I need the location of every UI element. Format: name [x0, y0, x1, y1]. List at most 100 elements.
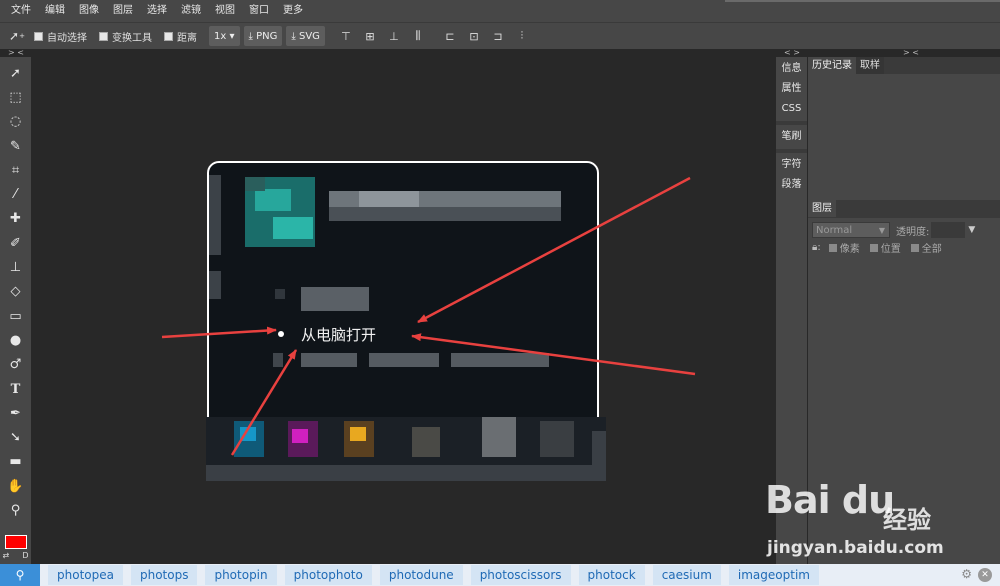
canvas-area[interactable]: 从电脑打开: [31, 57, 776, 564]
bookmark-photops[interactable]: photops: [130, 565, 198, 585]
menu-layer[interactable]: 图层: [106, 0, 140, 22]
align-bottom-icon[interactable]: ⊥: [385, 26, 403, 46]
bookmark-photophoto[interactable]: photophoto: [284, 565, 372, 585]
align-left-icon[interactable]: ⊏: [441, 26, 459, 46]
collapse-toggle-icon[interactable]: < >: [784, 49, 800, 57]
zoom-select[interactable]: 1x ▾: [209, 26, 240, 46]
align-center-icon[interactable]: ⊡: [465, 26, 483, 46]
menu-select[interactable]: 选择: [140, 0, 174, 22]
distribute-horizontal-icon[interactable]: ⫶: [513, 26, 531, 46]
bookmark-imageoptim[interactable]: imageoptim: [728, 565, 819, 585]
menu-filter[interactable]: 滤镜: [174, 0, 208, 22]
eraser-tool-icon[interactable]: ◇: [4, 280, 28, 304]
distance-checkbox[interactable]: 距离: [164, 29, 197, 44]
tab-character[interactable]: 字符: [776, 155, 807, 175]
align-right-icon[interactable]: ⊐: [489, 26, 507, 46]
bookmark-photopea[interactable]: photopea: [48, 565, 123, 585]
move-tool-icon[interactable]: ➚ +: [6, 26, 28, 46]
open-from-computer-label[interactable]: 从电脑打开: [301, 324, 376, 345]
collapse-toggle-icon[interactable]: > <: [903, 49, 919, 57]
tab-info[interactable]: 信息: [776, 59, 807, 79]
tab-properties[interactable]: 属性: [776, 79, 807, 99]
lock-all-label: 全部: [921, 244, 942, 255]
menu-file[interactable]: 文件: [4, 0, 38, 22]
collapse-toggle-icon[interactable]: > <: [8, 49, 24, 57]
menu-view[interactable]: 视图: [208, 0, 242, 22]
align-top-icon[interactable]: ⊤: [337, 26, 355, 46]
tab-swatches[interactable]: 取样: [856, 57, 884, 74]
hand-tool-icon[interactable]: ✋: [4, 474, 28, 498]
swap-colors-icon[interactable]: ⇄: [3, 551, 10, 560]
blend-mode-value: Normal: [816, 225, 853, 236]
path-select-tool-icon[interactable]: ➘: [4, 425, 28, 449]
blend-mode-select[interactable]: Normal ▼: [812, 222, 890, 238]
move-tool-icon[interactable]: ➚: [4, 61, 28, 85]
stamp-tool-icon[interactable]: ⊥: [4, 255, 28, 279]
pixelated-menu-item: [301, 353, 357, 367]
pixelated-menu-item: [301, 287, 369, 311]
opacity-label: 透明度:: [896, 226, 930, 238]
bookmark-photoscissors[interactable]: photoscissors: [470, 565, 571, 585]
gradient-tool-icon[interactable]: ▭: [4, 304, 28, 328]
tab-paragraph[interactable]: 段落: [776, 175, 807, 195]
checkbox-box[interactable]: [910, 243, 919, 252]
marquee-tool-icon[interactable]: ⬚: [4, 85, 28, 109]
transform-tools-checkbox[interactable]: 变换工具: [99, 29, 152, 44]
lock-pixels-checkbox[interactable]: 像素: [828, 240, 860, 255]
tab-brush[interactable]: 笔刷: [776, 127, 807, 147]
bookmark-photodune[interactable]: photodune: [379, 565, 463, 585]
align-middle-icon[interactable]: ⊞: [361, 26, 379, 46]
menu-edit[interactable]: 编辑: [38, 0, 72, 22]
pixelated-logo-part: [255, 189, 291, 211]
gear-icon[interactable]: ⚙: [961, 567, 972, 581]
close-icon[interactable]: ✕: [978, 568, 992, 582]
shape-tool-icon[interactable]: ▬: [4, 450, 28, 474]
menu-bar: 文件 编辑 图像 图层 选择 滤镜 视图 窗口 更多: [0, 0, 1000, 22]
checkbox-box[interactable]: [869, 243, 878, 252]
baidu-logo: Bai du: [765, 478, 895, 522]
opacity-dropdown-icon[interactable]: ▼: [968, 225, 975, 235]
brush-tool-icon[interactable]: ✐: [4, 231, 28, 255]
lock-all-checkbox[interactable]: 全部: [910, 240, 942, 255]
lock-position-checkbox[interactable]: 位置: [869, 240, 901, 255]
menu-image[interactable]: 图像: [72, 0, 106, 22]
bookmark-photopin[interactable]: photopin: [205, 565, 277, 585]
zoom-tool-icon[interactable]: ⚲: [4, 498, 28, 522]
blur-tool-icon[interactable]: ●: [4, 328, 28, 352]
dodge-tool-icon[interactable]: ♂: [4, 353, 28, 377]
pixelated-dot: [273, 353, 283, 367]
baidu-logo-text: Bai du: [765, 478, 895, 522]
foreground-color-swatch[interactable]: [4, 534, 27, 549]
bookmark-photock[interactable]: photock: [578, 565, 645, 585]
checkbox-box[interactable]: [99, 31, 108, 41]
export-svg-button[interactable]: ⤓ SVG: [286, 26, 325, 46]
menu-window[interactable]: 窗口: [242, 0, 276, 22]
lasso-tool-icon[interactable]: ◌: [4, 110, 28, 134]
distribute-vertical-icon[interactable]: ⫼: [409, 26, 427, 46]
eyedropper-tool-icon[interactable]: ⁄: [4, 182, 28, 206]
default-colors-icon[interactable]: D: [22, 551, 28, 560]
crop-tool-icon[interactable]: ⌗: [4, 158, 28, 182]
pixelated-menu-item: [369, 353, 439, 367]
checkbox-box[interactable]: [164, 31, 173, 41]
healing-tool-icon[interactable]: ✚: [4, 207, 28, 231]
checkbox-box[interactable]: [828, 243, 837, 252]
opacity-input[interactable]: [931, 222, 966, 238]
tab-history[interactable]: 历史记录: [808, 57, 856, 74]
download-icon: ⤓: [291, 30, 296, 42]
export-png-button[interactable]: ⤓ PNG: [243, 26, 283, 46]
bookmark-caesium[interactable]: caesium: [652, 565, 721, 585]
type-tool-icon[interactable]: T: [4, 377, 28, 401]
pixelated-edge: [209, 175, 221, 255]
pen-tool-icon[interactable]: ✒: [4, 401, 28, 425]
history-panel-tabs: 历史记录 取样: [808, 57, 1000, 74]
checkbox-box[interactable]: [34, 31, 43, 41]
search-icon[interactable]: ⚲: [0, 564, 40, 586]
pixelated-title-part: [359, 191, 419, 207]
tab-layers[interactable]: 图层: [808, 200, 836, 217]
auto-select-checkbox[interactable]: 自动选择: [34, 29, 87, 44]
quick-select-tool-icon[interactable]: ✎: [4, 134, 28, 158]
menu-more[interactable]: 更多: [276, 0, 310, 22]
tab-divider: [776, 121, 807, 125]
tab-css[interactable]: CSS: [776, 99, 807, 119]
